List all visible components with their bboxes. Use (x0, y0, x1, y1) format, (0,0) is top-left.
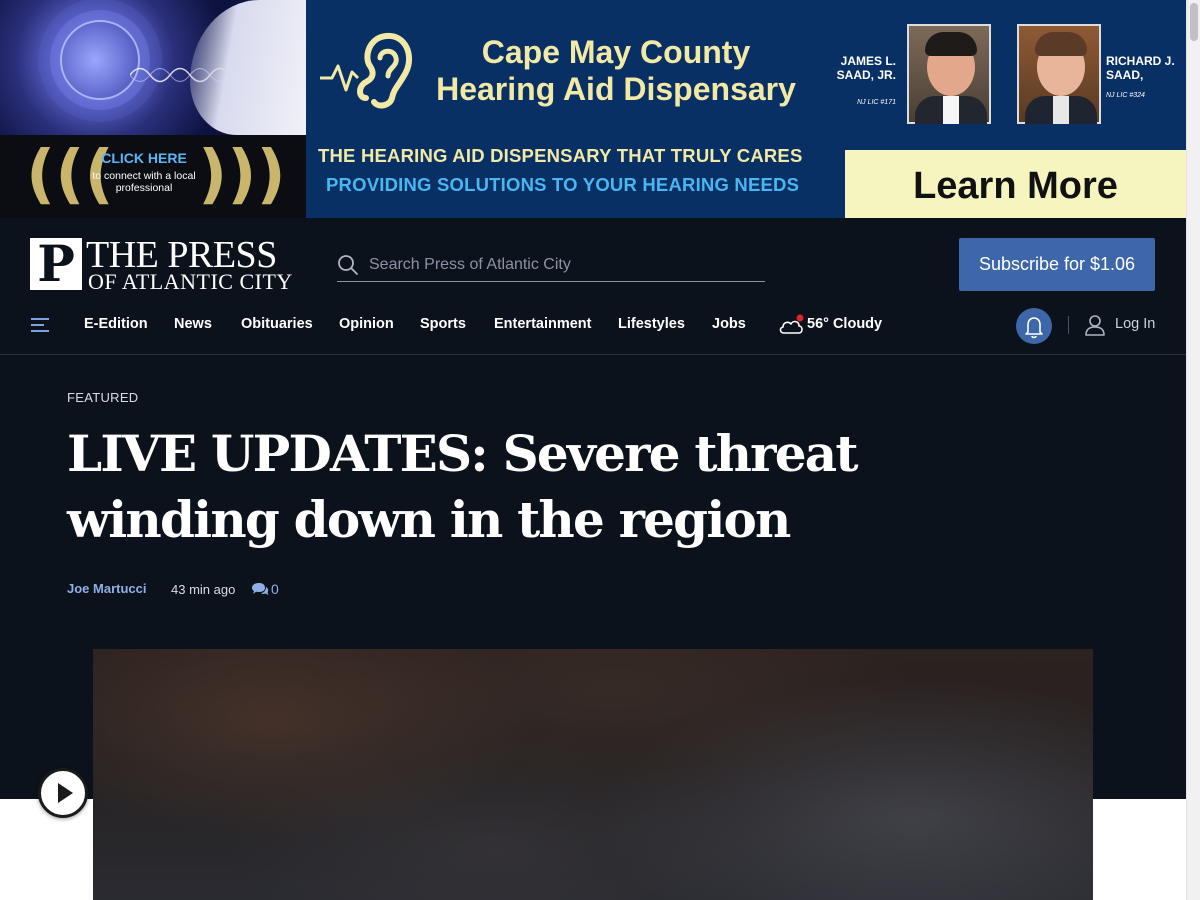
ad-face-profile (190, 0, 306, 135)
site-header: P THE PRESS OF ATLANTIC CITY Subscribe f… (0, 218, 1186, 355)
publish-time: 43 min ago (171, 582, 236, 597)
logo-mark: P (30, 238, 82, 290)
bell-icon (1025, 317, 1043, 339)
logo-line2: OF ATLANTIC CITY (88, 269, 293, 294)
article-lead-photo[interactable] (93, 649, 1093, 900)
nav-item-lifestyles[interactable]: Lifestyles (618, 316, 685, 332)
audio-play-button[interactable] (38, 768, 88, 818)
notifications-button[interactable] (1016, 308, 1052, 344)
ad-tagline-2: PROVIDING SOLUTIONS TO YOUR HEARING NEED… (326, 174, 800, 195)
comment-count[interactable]: 0 (271, 581, 279, 597)
ad-sound-rings-graphic (60, 20, 140, 100)
author-link[interactable]: Joe Martucci (67, 581, 146, 596)
play-icon (58, 783, 73, 803)
site-logo[interactable]: P THE PRESS OF ATLANTIC CITY (30, 236, 310, 294)
nav-item-obituaries[interactable]: Obituaries (241, 316, 313, 332)
ad-click-subtitle: to connect with a local professional (92, 170, 196, 194)
ad-tagline-1: THE HEARING AID DISPENSARY THAT TRULY CA… (318, 145, 803, 166)
nav-item-opinion[interactable]: Opinion (339, 316, 394, 332)
nav-item-jobs[interactable]: Jobs (712, 316, 746, 332)
scrollbar-thumb[interactable] (1190, 3, 1198, 41)
nav-divider (1068, 316, 1069, 334)
ad-title-line2: Hearing Aid Dispensary (436, 71, 796, 107)
nav-item-e-edition[interactable]: E-Edition (84, 316, 148, 332)
ad-person1-name: JAMES L. SAAD, JR. (836, 54, 896, 82)
nav-item-entertainment[interactable]: Entertainment (494, 316, 592, 332)
ad-person1-photo (907, 24, 991, 124)
article-headline: LIVE UPDATES: Severe threat winding down… (67, 424, 858, 549)
ad-person2-license: NJ LIC #324 (1106, 92, 1145, 99)
hearing-aid-ad-banner[interactable]: ((( CLICK HERE to connect with a local p… (0, 0, 1186, 218)
login-link[interactable]: Log In (1115, 316, 1155, 332)
comments-icon[interactable] (251, 582, 269, 596)
page-scrollbar[interactable] (1186, 0, 1200, 900)
weather-text[interactable]: 56° Cloudy (807, 316, 882, 332)
menu-icon[interactable] (30, 317, 50, 333)
nav-item-sports[interactable]: Sports (420, 316, 466, 332)
ad-click-here-button[interactable]: ((( CLICK HERE to connect with a local p… (0, 135, 306, 218)
ad-title-line1: Cape May County (481, 34, 751, 70)
ear-icon (320, 32, 413, 109)
ad-click-title: CLICK HERE (101, 150, 187, 166)
ad-face-image (0, 0, 306, 135)
nav-item-news[interactable]: News (174, 316, 212, 332)
ad-left-panel: ((( CLICK HERE to connect with a local p… (0, 0, 306, 218)
ad-learn-more-button[interactable]: Learn More (845, 150, 1186, 218)
subscribe-button[interactable]: Subscribe for $1.06 (959, 238, 1155, 291)
main-nav: E-Edition News Obituaries Opinion Sports… (0, 308, 1186, 344)
search-icon[interactable] (337, 254, 359, 276)
ad-person1-license: NJ LIC #171 (857, 99, 896, 106)
ad-right-parens-icon: ))) (198, 138, 286, 212)
weather-cloud-icon[interactable] (778, 314, 804, 336)
ad-title: Cape May County Hearing Aid Dispensary (418, 34, 814, 108)
search-bar (337, 250, 765, 282)
ad-person2-name: RICHARD J. SAAD, (1106, 54, 1175, 82)
ad-person2-photo (1017, 24, 1101, 124)
search-input[interactable] (369, 252, 759, 278)
user-icon[interactable] (1084, 314, 1106, 336)
article-kicker[interactable]: FEATURED (67, 390, 139, 405)
